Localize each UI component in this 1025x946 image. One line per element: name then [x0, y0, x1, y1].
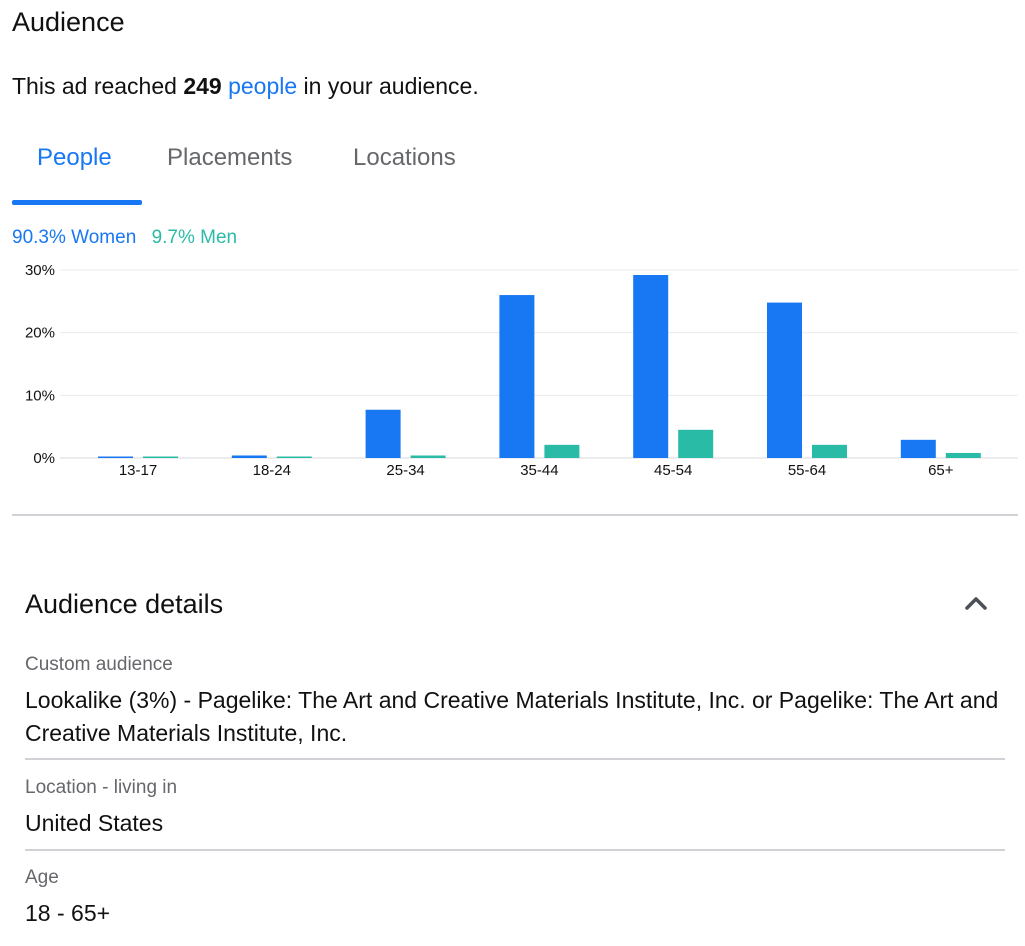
bar-women — [767, 302, 802, 458]
bar-women — [499, 295, 535, 458]
x-tick-label: 18-24 — [253, 462, 291, 479]
collapse-details-button[interactable] — [956, 586, 996, 622]
y-tick-label: 0% — [33, 450, 55, 467]
bar-men — [544, 444, 580, 458]
bar-men — [678, 429, 714, 458]
active-tab-indicator — [12, 200, 142, 205]
x-tick-label: 45-54 — [654, 462, 692, 479]
y-tick-label: 30% — [25, 262, 55, 279]
bar-women — [98, 456, 133, 458]
gender-legend: 90.3% Women 9.7% Men — [12, 226, 237, 250]
audience-details-title: Audience details — [25, 589, 224, 619]
y-tick-label: 10% — [25, 387, 55, 404]
detail-value: United States — [25, 810, 164, 836]
detail-age: Age 18 - 65+ — [25, 865, 1005, 930]
detail-location: Location - living in United States — [25, 775, 1005, 840]
tab-bar: People Placements Locations — [12, 128, 1018, 205]
x-tick-label: 55-64 — [788, 462, 826, 479]
x-tick-label: 35-44 — [520, 462, 558, 479]
bar-men — [812, 444, 847, 458]
bar-men — [945, 452, 981, 458]
detail-divider — [25, 758, 1005, 760]
bar-men — [143, 456, 178, 458]
x-tick-label: 25-34 — [386, 462, 424, 479]
reach-prefix: This ad reached — [12, 73, 184, 99]
detail-custom-audience: Custom audience Lookalike (3%) - Pagelik… — [25, 652, 1005, 750]
detail-label: Location - living in — [25, 777, 178, 798]
y-tick-label: 20% — [25, 325, 55, 342]
detail-value: 18 - 65+ — [25, 900, 111, 926]
audience-heading: Audience — [12, 7, 125, 37]
detail-label: Age — [25, 867, 59, 888]
reach-count: 249 — [183, 73, 222, 99]
bar-women — [365, 409, 401, 458]
detail-value: Lookalike (3%) - Pagelike: The Art and C… — [25, 687, 999, 746]
bar-men — [276, 456, 312, 458]
reach-summary: This ad reached 249 people in your audie… — [12, 70, 479, 102]
bar-women — [633, 275, 669, 458]
age-gender-bar-chart: 0% 10% 20% 30% 13-17 18-24 25-34 35-44 45-54 55-6… — [25, 262, 1018, 479]
people-link[interactable]: people — [228, 73, 297, 99]
bar-women — [900, 439, 936, 458]
x-tick-label: 65+ — [928, 462, 954, 479]
chevron-up-icon — [965, 597, 987, 610]
legend-men: 9.7% Men — [151, 227, 238, 248]
bar-women — [231, 455, 267, 458]
bar-men — [410, 455, 446, 458]
section-divider — [12, 514, 1018, 516]
reach-suffix: in your audience. — [297, 73, 479, 99]
detail-divider — [25, 849, 1005, 851]
x-tick-label: 13-17 — [119, 462, 157, 479]
tab-locations[interactable]: Locations — [353, 128, 456, 188]
legend-women: 90.3% Women — [12, 227, 137, 248]
detail-label: Custom audience — [25, 654, 173, 675]
tab-people[interactable]: People — [37, 128, 112, 188]
tab-placements[interactable]: Placements — [167, 128, 292, 188]
